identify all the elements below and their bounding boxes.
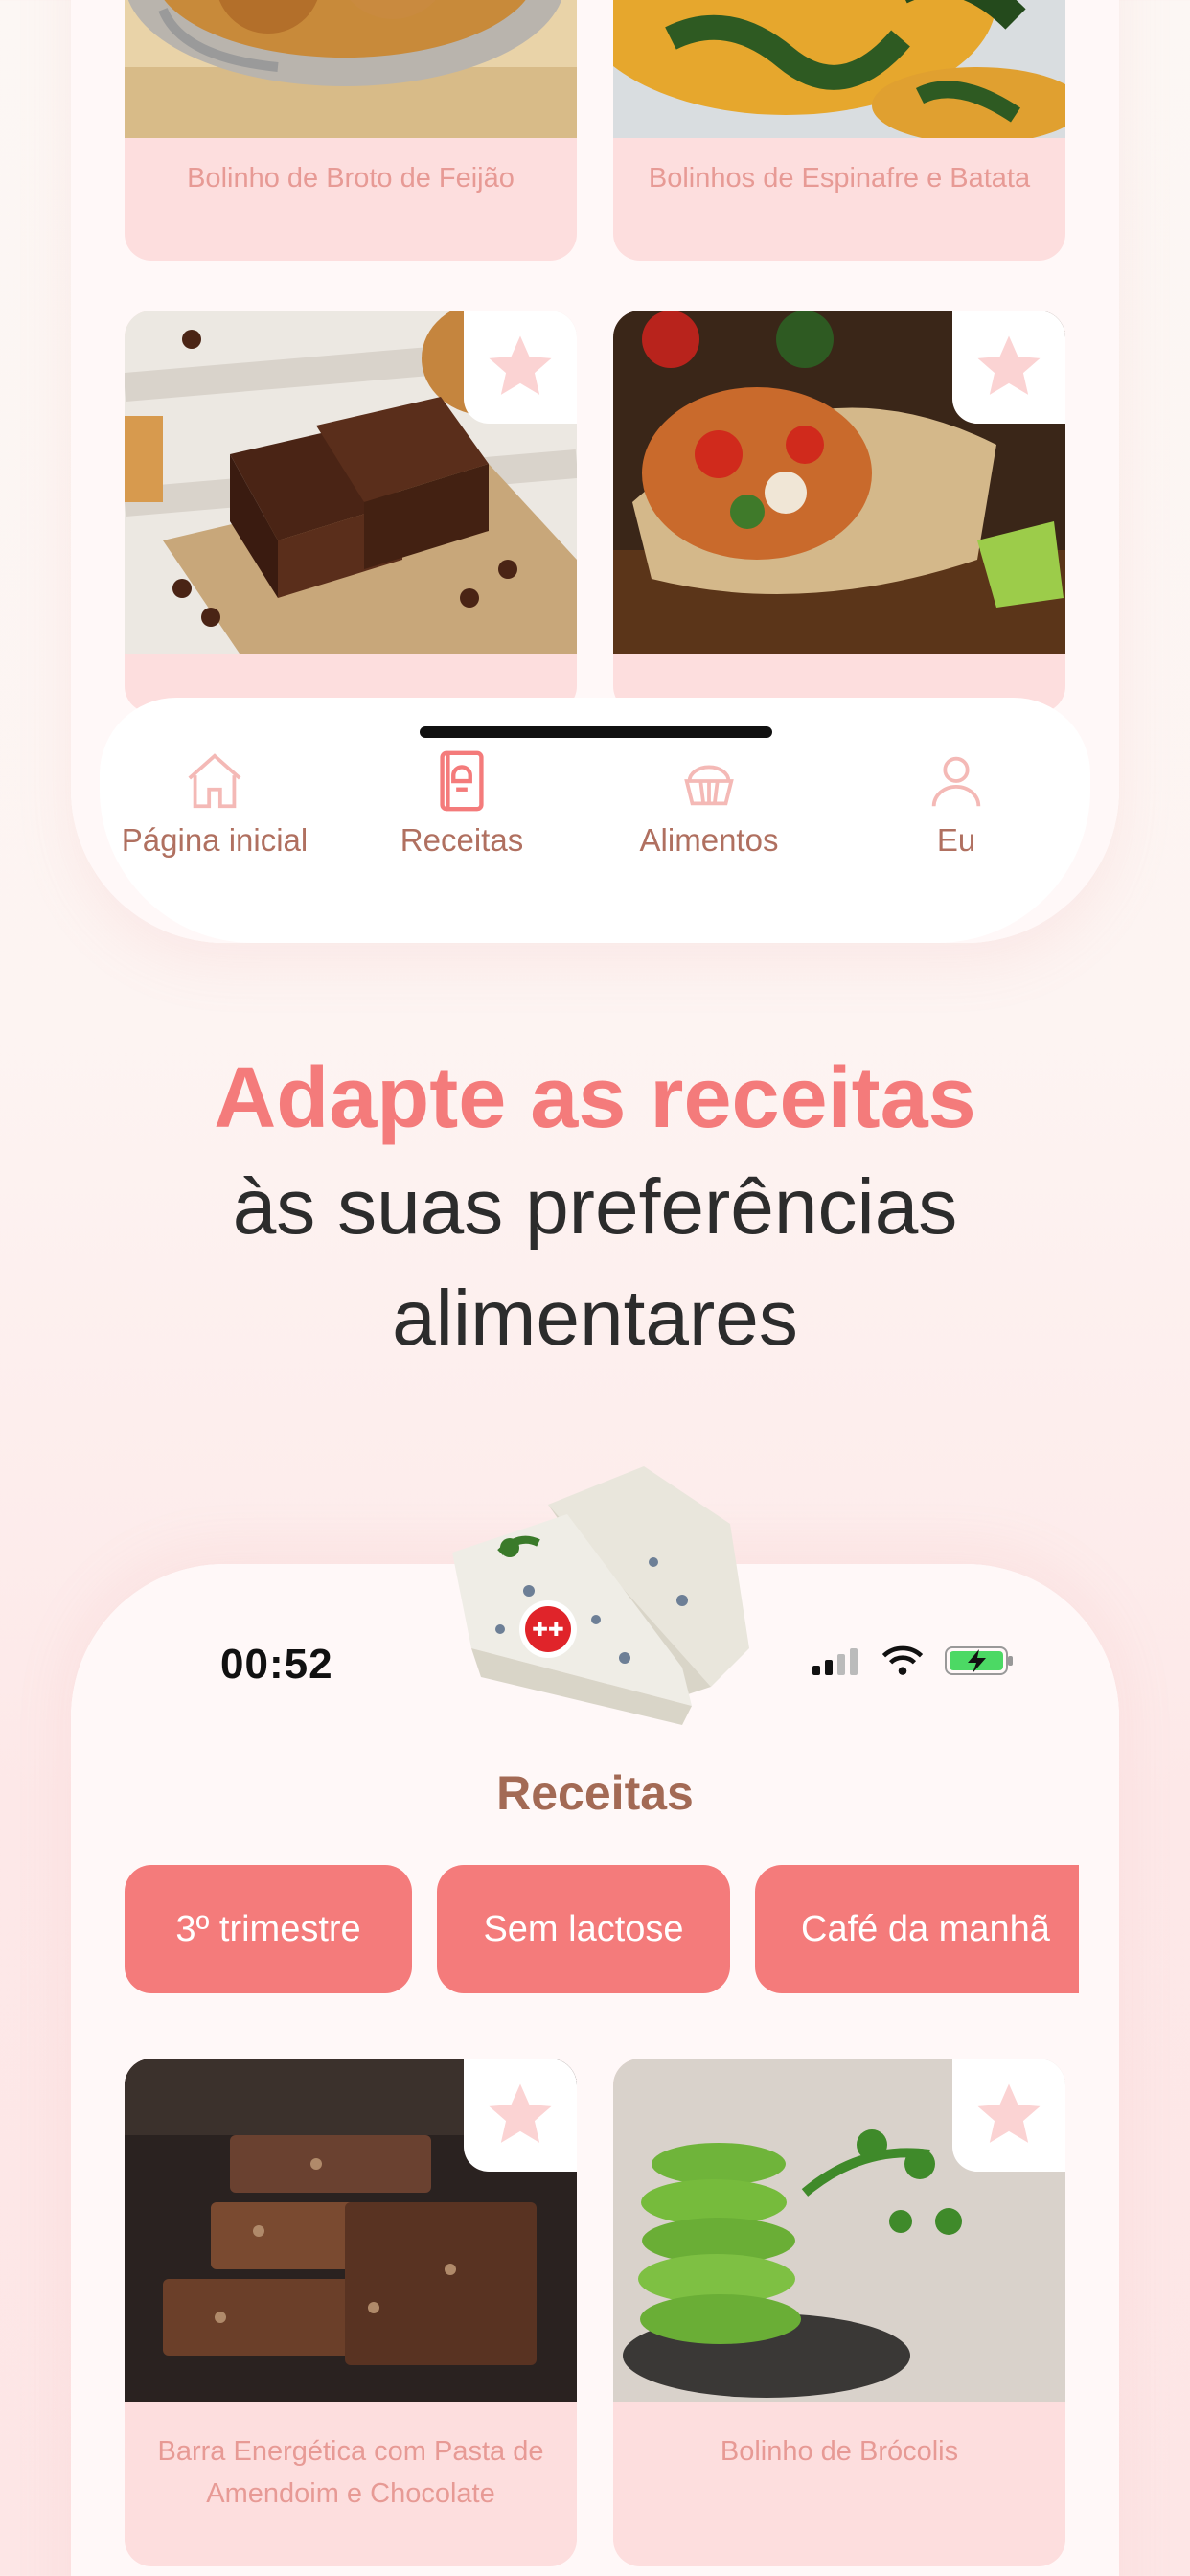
recipe-card[interactable]: Barra Energética com Pasta de Amendoim e… [125, 2058, 577, 2566]
status-icons [812, 1644, 1014, 1677]
star-icon [489, 335, 552, 395]
signal-icon [812, 1648, 858, 1675]
top-screen: Bolinho de Broto de Feijão Bolinhos de E… [71, 0, 1119, 943]
recipe-book-icon [440, 750, 484, 812]
recipe-card[interactable]: Bolinhos de Espinafre e Batata [613, 0, 1065, 261]
star-icon [977, 2083, 1041, 2143]
status-time: 00:52 [220, 1641, 333, 1688]
tab-label: Página inicial [121, 822, 309, 858]
headline-line-2: às suas preferências [232, 1163, 958, 1251]
home-icon [188, 753, 241, 809]
tab-label: Receitas [400, 822, 524, 858]
wifi-icon [881, 1645, 924, 1675]
tab-home[interactable]: Página inicial [100, 748, 330, 859]
filter-chips: 3º trimestre Sem lactose Café da manhã [125, 1865, 1079, 1995]
headline-line-3: alimentares [392, 1275, 798, 1362]
recipe-photo-spinach-potato-fritter [613, 0, 1065, 138]
recipe-card[interactable]: Bolinho de Brócolis [613, 2058, 1065, 2566]
home-indicator [420, 726, 772, 738]
tab-label: Alimentos [639, 822, 779, 858]
chip-filter[interactable]: Sem lactose [437, 1865, 730, 1993]
svg-text:✚✚: ✚✚ [532, 1618, 564, 1641]
muffin-icon [684, 765, 734, 806]
recipe-photo-bean-sprout-fritter [125, 0, 577, 138]
tab-label: Eu [936, 822, 976, 858]
favorite-button[interactable] [464, 2058, 577, 2172]
page-title: Receitas [496, 1766, 694, 1820]
tab-recipes[interactable]: Receitas [347, 748, 577, 859]
recipe-card[interactable]: Bolinho de Broto de Feijão [125, 0, 577, 261]
recipe-card-title: Bolinhos de Espinafre e Batata [648, 163, 1031, 194]
blue-cheese-illustration: ✚✚ [452, 1466, 749, 1725]
battery-charging-icon [945, 1646, 1013, 1675]
recipe-card[interactable] [613, 310, 1065, 713]
tab-foods[interactable]: Alimentos [594, 748, 824, 859]
user-icon [931, 756, 981, 807]
headline-accent: Adapte as receitas [214, 1050, 976, 1146]
top-phone-frame: Bolinho de Broto de Feijão Bolinhos de E… [71, 0, 1119, 943]
favorite-button[interactable] [952, 2058, 1065, 2172]
star-icon [977, 335, 1041, 395]
recipe-card[interactable] [125, 310, 577, 713]
star-icon [489, 2083, 552, 2143]
favorite-button[interactable] [952, 310, 1065, 424]
recipe-card-title: Barra Energética com Pasta de Amendoim e… [157, 2436, 544, 2509]
promo-headline: Adapte as receitas às suas preferências … [0, 1045, 1190, 1374]
favorite-button[interactable] [464, 310, 577, 424]
chip-filter[interactable]: Café da manhã [755, 1865, 1079, 1993]
recipe-card-title: Bolinho de Broto de Feijão [187, 163, 515, 194]
recipe-card-title: Bolinho de Brócolis [720, 2436, 959, 2467]
tab-me[interactable]: Eu [841, 748, 1071, 859]
chip-filter[interactable]: 3º trimestre [125, 1865, 412, 1993]
